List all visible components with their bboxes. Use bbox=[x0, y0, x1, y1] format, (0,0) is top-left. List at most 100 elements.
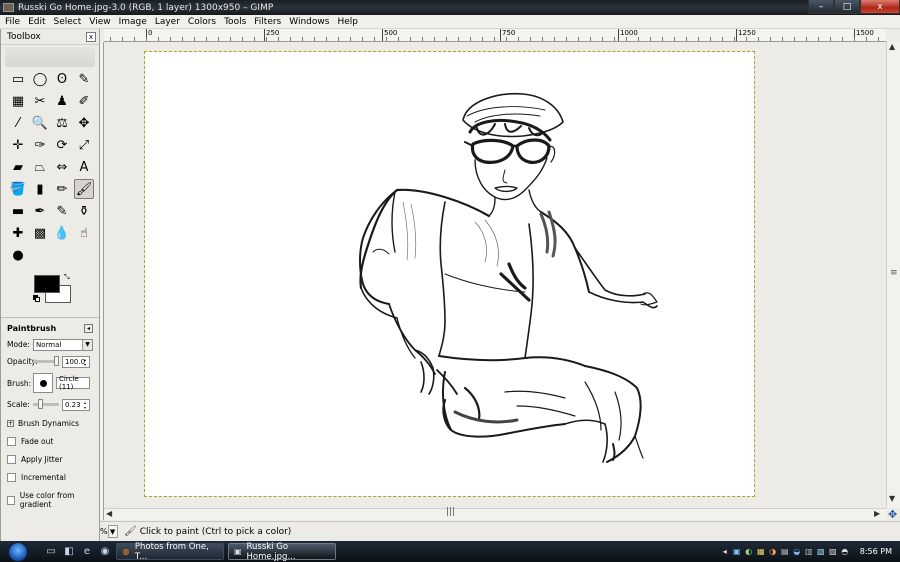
align-icon[interactable]: ✛ bbox=[8, 135, 28, 155]
menu-layer[interactable]: Layer bbox=[151, 17, 184, 27]
horizontal-scroll-grip[interactable]: ||| bbox=[446, 507, 455, 517]
clone-icon[interactable]: ⚱ bbox=[74, 201, 94, 221]
tray-app-icon[interactable]: ◒ bbox=[792, 547, 802, 557]
scale-slider[interactable] bbox=[33, 399, 59, 409]
blend-icon[interactable]: ▮ bbox=[30, 179, 50, 199]
scroll-up-arrow[interactable]: ▲ bbox=[889, 42, 895, 51]
scale-spin[interactable]: 0.23 ▴ ▾ bbox=[62, 398, 90, 411]
swap-colors-icon[interactable]: ⤡ bbox=[64, 273, 70, 282]
show-desktop-icon[interactable]: ▭ bbox=[44, 545, 58, 558]
network-icon[interactable]: ▨ bbox=[828, 547, 838, 557]
ink-icon[interactable]: ✎ bbox=[52, 201, 72, 221]
menu-filters[interactable]: Filters bbox=[250, 17, 285, 27]
paintbrush-icon[interactable]: 🖌 bbox=[74, 179, 94, 199]
scroll-right-arrow[interactable]: ▶ bbox=[874, 509, 880, 518]
fade-out-option[interactable]: Fade out bbox=[7, 437, 93, 446]
heal-icon[interactable]: ✚ bbox=[8, 223, 28, 243]
airbrush-icon[interactable]: ✒ bbox=[30, 201, 50, 221]
tray-app-icon[interactable]: ▣ bbox=[732, 547, 742, 557]
menu-tools[interactable]: Tools bbox=[220, 17, 250, 27]
brush-preview[interactable] bbox=[33, 373, 53, 393]
default-colors-icon[interactable] bbox=[33, 295, 40, 302]
menu-windows[interactable]: Windows bbox=[285, 17, 333, 27]
menu-help[interactable]: Help bbox=[333, 17, 362, 27]
free-select-icon[interactable]: ʘ bbox=[52, 69, 72, 89]
shear-icon[interactable]: ▰ bbox=[8, 157, 28, 177]
measure-icon[interactable]: ⚖ bbox=[52, 113, 72, 133]
scroll-left-arrow[interactable]: ◀ bbox=[106, 509, 112, 518]
clock[interactable]: 8:56 PM bbox=[860, 547, 892, 556]
menu-select[interactable]: Select bbox=[50, 17, 86, 27]
opacity-slider-knob[interactable] bbox=[54, 356, 59, 366]
pencil-icon[interactable]: ✏ bbox=[52, 179, 72, 199]
close-button[interactable]: x bbox=[860, 0, 900, 14]
incremental-option[interactable]: Incremental bbox=[7, 473, 93, 482]
internet-explorer-icon[interactable]: e bbox=[80, 545, 94, 558]
foreground-select-icon[interactable]: ♟ bbox=[52, 91, 72, 111]
title-bar[interactable]: Russki Go Home.jpg-3.0 (RGB, 1 layer) 13… bbox=[0, 0, 900, 15]
select-by-color-icon[interactable]: ▦ bbox=[8, 91, 28, 111]
rotate-icon[interactable]: ⟳ bbox=[52, 135, 72, 155]
tray-app-icon[interactable]: ◐ bbox=[744, 547, 754, 557]
media-player-icon[interactable]: ◉ bbox=[98, 545, 112, 558]
menu-file[interactable]: File bbox=[0, 17, 24, 27]
mode-select[interactable]: Normal ▼ bbox=[33, 338, 93, 351]
switch-windows-icon[interactable]: ◧ bbox=[62, 545, 76, 558]
fade-out-checkbox[interactable] bbox=[7, 437, 16, 446]
taskbar-item-photos[interactable]: ◍ Photos from One, T... bbox=[116, 542, 224, 562]
blur-icon[interactable]: 💧 bbox=[52, 223, 72, 243]
menu-image[interactable]: Image bbox=[115, 17, 151, 27]
tray-app-icon[interactable]: ◑ bbox=[768, 547, 778, 557]
scale-icon[interactable]: ⤢ bbox=[74, 135, 94, 155]
navigate-icon[interactable]: ✥ bbox=[888, 508, 897, 521]
dodge-burn-icon[interactable]: ● bbox=[8, 245, 28, 265]
perspective-icon[interactable]: ⏢ bbox=[30, 157, 50, 177]
toolbox-close-icon[interactable]: x bbox=[86, 31, 96, 42]
tray-app-icon[interactable]: ▥ bbox=[804, 547, 814, 557]
use-color-from-gradient-checkbox[interactable] bbox=[7, 495, 15, 505]
gimp-app-icon[interactable] bbox=[3, 3, 14, 12]
zoom-dropdown-icon[interactable]: ▼ bbox=[107, 525, 118, 538]
foreground-color-swatch[interactable] bbox=[34, 275, 60, 293]
fuzzy-select-icon[interactable]: ✎ bbox=[74, 69, 94, 89]
perspective-clone-icon[interactable]: ▩ bbox=[30, 223, 50, 243]
menu-edit[interactable]: Edit bbox=[24, 17, 49, 27]
maximize-button[interactable]: □ bbox=[834, 0, 860, 14]
image-canvas[interactable] bbox=[144, 51, 755, 497]
scale-slider-knob[interactable] bbox=[38, 399, 43, 409]
tray-app-icon[interactable]: ▦ bbox=[756, 547, 766, 557]
brush-name-field[interactable]: Circle (11) bbox=[56, 375, 90, 391]
volume-icon[interactable]: ◓ bbox=[840, 547, 850, 557]
text-icon[interactable]: A bbox=[74, 157, 94, 177]
scissors-icon[interactable]: ✂ bbox=[30, 91, 50, 111]
tray-app-icon[interactable]: ▧ bbox=[816, 547, 826, 557]
scroll-down-arrow[interactable]: ▼ bbox=[889, 494, 895, 503]
menu-colors[interactable]: Colors bbox=[184, 17, 220, 27]
wilber-drop-area[interactable] bbox=[5, 47, 95, 67]
zoom-combo[interactable]: % ▼ bbox=[100, 525, 120, 539]
crop-icon[interactable]: ✑ bbox=[30, 135, 50, 155]
paths-icon[interactable]: ✐ bbox=[74, 91, 94, 111]
ellipse-select-icon[interactable]: ◯ bbox=[30, 69, 50, 89]
tool-options-menu-icon[interactable]: ◂ bbox=[84, 323, 93, 333]
color-picker-icon[interactable]: ⁄ bbox=[8, 113, 28, 133]
zoom-icon[interactable]: 🔍 bbox=[30, 113, 50, 133]
brush-dynamics-expander[interactable]: + Brush Dynamics bbox=[7, 419, 93, 428]
taskbar-item-gimp[interactable]: ▣ Russki Go Home.jpg... bbox=[228, 542, 336, 562]
vertical-scrollbar[interactable]: ▲ ≡ ▼ bbox=[886, 42, 900, 508]
flip-icon[interactable]: ⇔ bbox=[52, 157, 72, 177]
mode-dropdown-icon[interactable]: ▼ bbox=[82, 339, 92, 350]
horizontal-ruler[interactable]: 0 250 500 750 1000 1250 1500 bbox=[104, 29, 886, 42]
opacity-slider[interactable] bbox=[33, 356, 59, 366]
expand-icon[interactable]: + bbox=[7, 420, 14, 427]
incremental-checkbox[interactable] bbox=[7, 473, 16, 482]
eraser-icon[interactable]: ▬ bbox=[8, 201, 28, 221]
move-icon[interactable]: ✥ bbox=[74, 113, 94, 133]
use-color-from-gradient-option[interactable]: Use color from gradient bbox=[7, 491, 93, 509]
bucket-fill-icon[interactable]: 🪣 bbox=[8, 179, 28, 199]
horizontal-scrollbar[interactable]: ◀ ||| ▶ bbox=[104, 507, 886, 520]
vertical-scroll-grip[interactable]: ≡ bbox=[890, 268, 898, 278]
menu-view[interactable]: View bbox=[85, 17, 114, 27]
tray-app-icon[interactable]: ▤ bbox=[780, 547, 790, 557]
opacity-spin[interactable]: 100.0 ▴ ▾ bbox=[62, 355, 90, 368]
